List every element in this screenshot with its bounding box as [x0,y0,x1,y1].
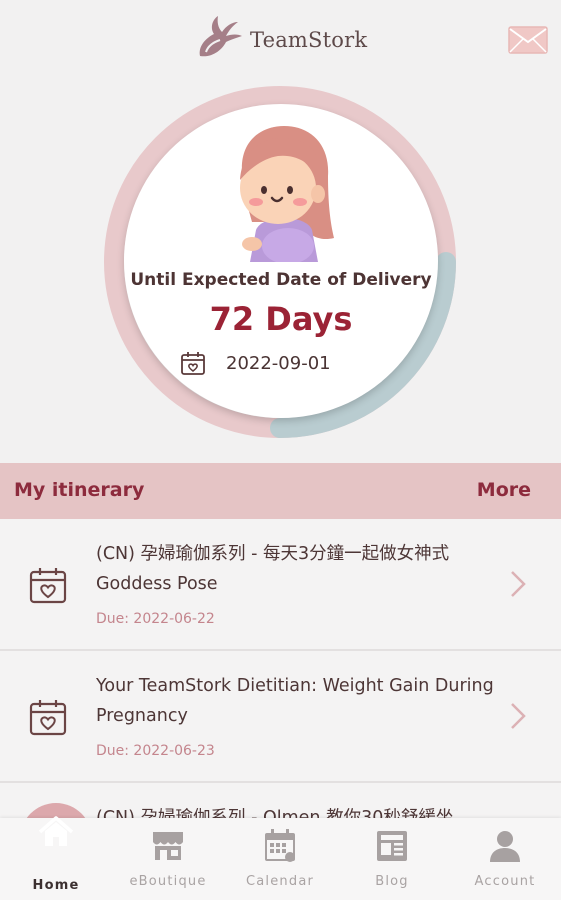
nav-calendar-label: Calendar [245,874,315,889]
calendar-heart-icon [29,568,67,604]
itinerary-item[interactable]: Your TeamStork Dietitian: Weight Gain Du… [0,651,561,783]
calendar-heart-icon [181,352,205,375]
itinerary-item-due: Due: 2022-06-23 [96,743,215,759]
brand-logo: TeamStork [192,12,367,62]
app-header: TeamStork [0,0,561,80]
pregnant-woman-avatar [240,126,334,262]
brand-name: TeamStork [250,28,368,52]
nav-home-label: Home [32,878,80,893]
itinerary-list: (CN) 孕婦瑜伽系列 - 每天3分鐘一起做女神式 Goddess Pose D… [0,519,561,819]
nav-account[interactable]: Account [449,818,561,900]
nav-blog-label: Blog [375,874,409,889]
calendar-heart-icon [29,700,67,736]
nav-blog[interactable]: Blog [336,818,448,900]
countdown-label: Until Expected Date of Delivery [130,270,432,290]
due-date: 2022-09-01 [226,352,331,374]
due-date-row: 2022-09-01 [180,350,331,376]
calendar-icon [265,829,295,862]
bottom-nav: Home eBoutique Calendar Blog Account [0,816,561,900]
itinerary-item-due: Due: 2022-06-22 [96,611,215,627]
itinerary-item-title: (CN) 孕婦瑜伽系列 - Olmen 教你30秒舒緩坐 [96,808,454,819]
chevron-right-icon[interactable] [508,701,528,731]
itinerary-item-title: Your TeamStork Dietitian: Weight Gain Du… [96,676,494,726]
stork-hand-logo-icon [199,16,242,57]
nav-account-label: Account [474,874,536,889]
store-icon [153,832,183,860]
itinerary-item[interactable]: (CN) 孕婦瑜伽系列 - Olmen 教你30秒舒緩坐 [0,783,561,819]
home-icon [38,816,74,846]
nav-eboutique[interactable]: eBoutique [112,818,224,900]
mail-icon[interactable] [508,26,548,54]
days-remaining: 72 Days [209,300,353,338]
nav-eboutique-label: eBoutique [129,874,207,889]
itinerary-item-title: (CN) 孕婦瑜伽系列 - 每天3分鐘一起做女神式 Goddess Pose [96,544,450,594]
chevron-right-icon[interactable] [508,569,528,599]
account-icon [490,831,520,862]
itinerary-header: My itinerary More [0,463,561,519]
blog-icon [377,831,407,861]
nav-home[interactable]: Home [0,816,112,900]
itinerary-item[interactable]: (CN) 孕婦瑜伽系列 - 每天3分鐘一起做女神式 Goddess Pose D… [0,519,561,651]
nav-calendar[interactable]: Calendar [224,818,336,900]
itinerary-more-link[interactable]: More [477,479,531,501]
itinerary-title: My itinerary [14,479,145,501]
